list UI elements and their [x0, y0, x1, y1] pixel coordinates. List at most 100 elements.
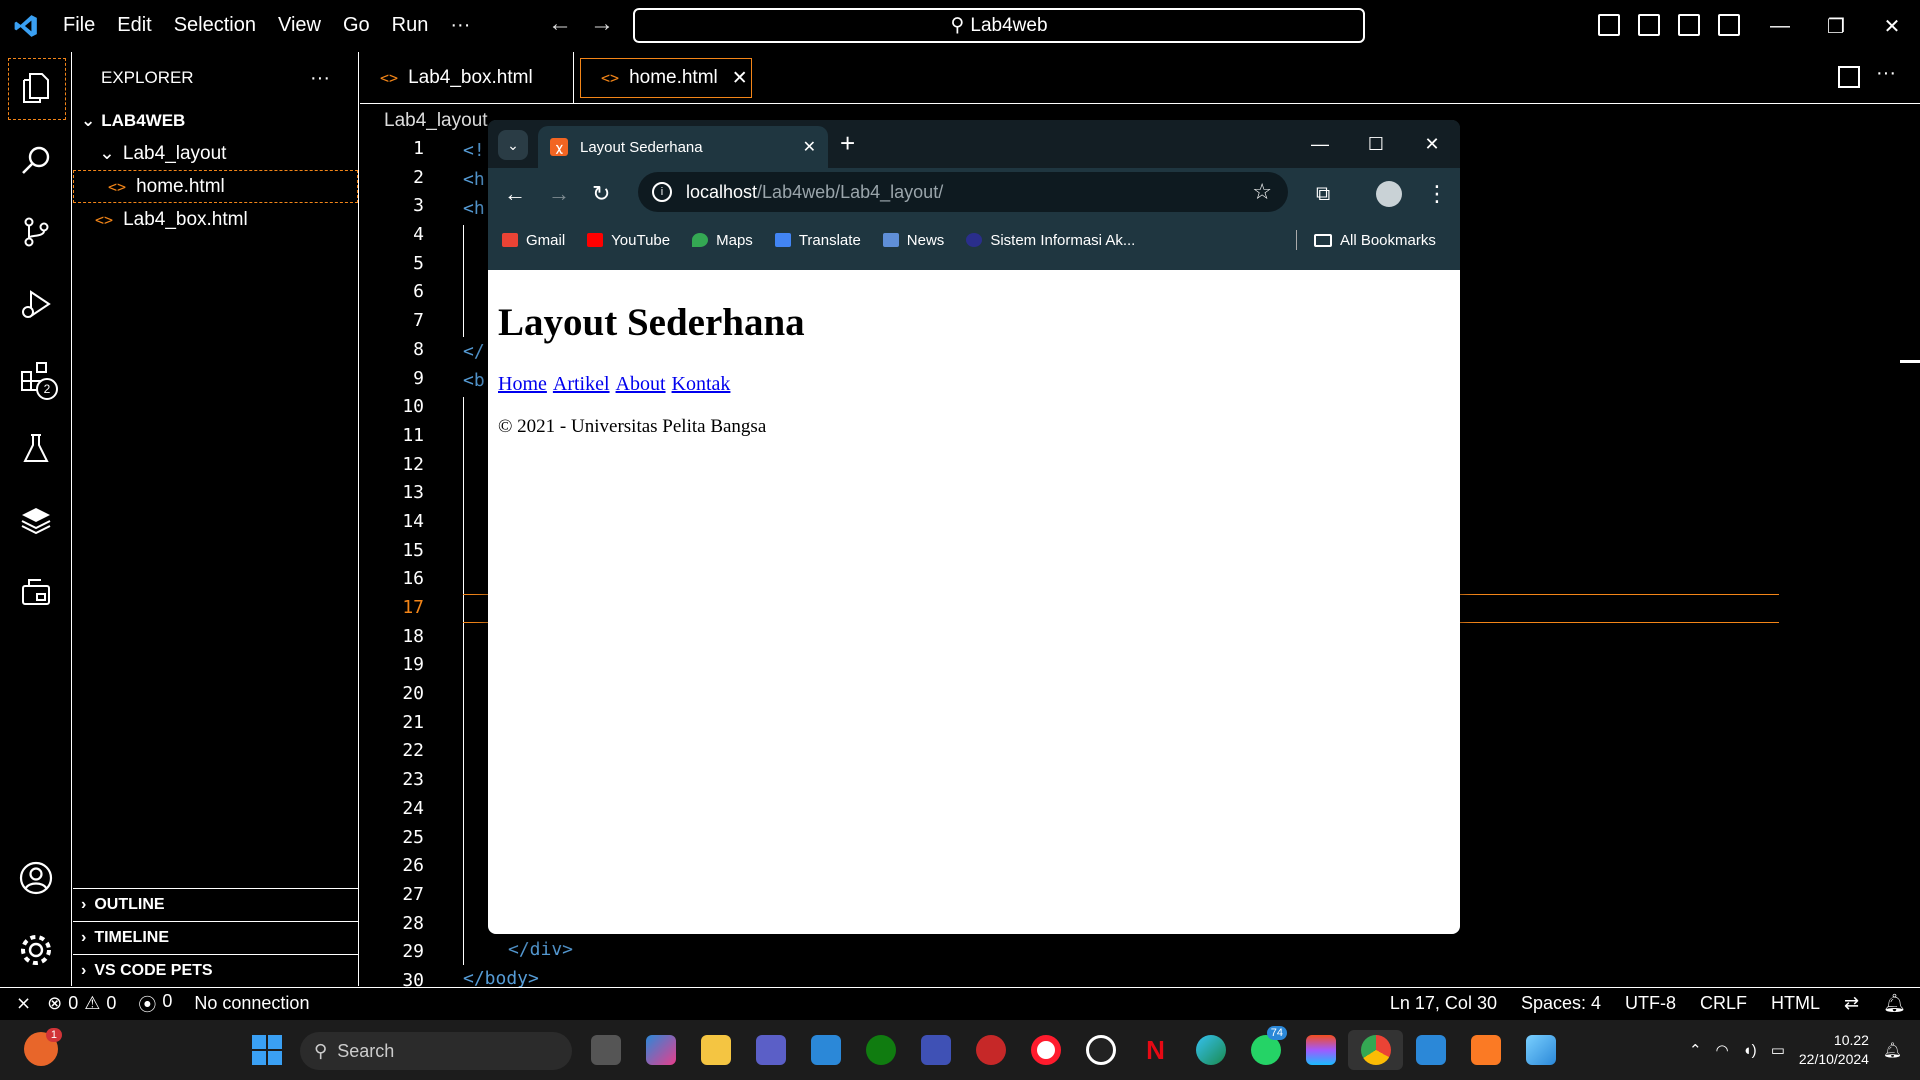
customize-layout-icon[interactable]	[1718, 14, 1740, 36]
figma-icon[interactable]	[1293, 1030, 1348, 1070]
toggle-secondary-sidebar-icon[interactable]	[1678, 14, 1700, 36]
outline-section[interactable]: › OUTLINE	[73, 888, 359, 921]
clock[interactable]: 10.22 22/10/2024	[1799, 1031, 1869, 1069]
all-bookmarks[interactable]: All Bookmarks	[1314, 232, 1436, 249]
remote-explorer-icon[interactable]	[0, 556, 72, 628]
netflix-icon[interactable]: N	[1128, 1030, 1183, 1070]
vscode-insiders-icon[interactable]	[908, 1030, 963, 1070]
taskbar-search[interactable]: ⚲ Search	[300, 1032, 572, 1070]
explorer-icon[interactable]	[0, 52, 72, 124]
scrollbar-slider[interactable]	[1900, 360, 1920, 363]
indentation[interactable]: Spaces: 4	[1521, 993, 1601, 1014]
microsoft-store-icon[interactable]	[798, 1030, 853, 1070]
menu-file[interactable]: File	[52, 14, 106, 37]
xampp-icon[interactable]	[1458, 1030, 1513, 1070]
bookmark-star-icon[interactable]: ☆	[1252, 179, 1272, 205]
toggle-primary-sidebar-icon[interactable]	[1598, 14, 1620, 36]
tab-lab4-box-html[interactable]: <> Lab4_box.html	[360, 52, 574, 104]
remote-indicator-icon[interactable]: ⨯	[0, 993, 47, 1014]
menu-kebab-icon[interactable]: ⋮	[1426, 181, 1448, 207]
vscode-pets-section[interactable]: › VS CODE PETS	[73, 954, 359, 987]
problems-status[interactable]: ⊗ 0 ⚠ 0	[47, 993, 138, 1014]
ladybug-app-icon[interactable]	[963, 1030, 1018, 1070]
close-tab-icon[interactable]: ✕	[732, 67, 748, 90]
xbox-icon[interactable]	[853, 1030, 908, 1070]
toggle-panel-icon[interactable]	[1638, 14, 1660, 36]
chevron-up-icon[interactable]: ⌃	[1689, 1041, 1702, 1059]
volume-icon[interactable]: ◖)	[1743, 1042, 1757, 1059]
menu-view[interactable]: View	[267, 14, 332, 37]
whatsapp-web-icon[interactable]	[1073, 1030, 1128, 1070]
opera-icon[interactable]	[1018, 1030, 1073, 1070]
connection-status[interactable]: No connection	[194, 993, 309, 1014]
encoding[interactable]: UTF-8	[1625, 993, 1676, 1014]
command-center[interactable]: ⚲ Lab4web	[633, 8, 1365, 43]
language-mode[interactable]: HTML	[1771, 993, 1820, 1014]
layers-icon[interactable]	[0, 484, 72, 556]
ports-status[interactable]: ⦿ 0	[138, 991, 194, 1017]
notifications-bell-icon[interactable]: 🔔︎	[1883, 993, 1906, 1014]
vscode-icon[interactable]	[1403, 1030, 1458, 1070]
back-arrow-icon[interactable]: ←	[548, 10, 572, 38]
profile-avatar[interactable]	[1376, 181, 1402, 207]
nav-link-kontak[interactable]: Kontak	[672, 373, 731, 395]
forward-arrow-icon[interactable]: →	[548, 181, 570, 207]
file-explorer-icon[interactable]	[688, 1030, 743, 1070]
bookmark-youtube[interactable]: YouTube	[587, 232, 670, 249]
restore-icon[interactable]: ❐	[1808, 0, 1864, 52]
photos-icon[interactable]	[1513, 1030, 1568, 1070]
search-icon[interactable]	[0, 124, 72, 196]
menu-selection[interactable]: Selection	[163, 14, 267, 37]
menu-more[interactable]: ···	[439, 14, 481, 37]
account-icon[interactable]	[0, 842, 72, 914]
nav-link-home[interactable]: Home	[498, 373, 547, 395]
end-of-line[interactable]: CRLF	[1700, 993, 1747, 1014]
forward-arrow-icon[interactable]: →	[590, 10, 614, 38]
close-icon[interactable]: ✕	[1864, 0, 1920, 52]
breadcrumb-item[interactable]: Lab4_layout	[384, 110, 488, 131]
workspace-root[interactable]: ⌄ LAB4WEB	[73, 104, 358, 137]
cursor-position[interactable]: Ln 17, Col 30	[1390, 993, 1497, 1014]
teams-icon[interactable]	[743, 1030, 798, 1070]
edge-icon[interactable]	[1183, 1030, 1238, 1070]
menu-go[interactable]: Go	[332, 14, 381, 37]
start-windows-icon[interactable]	[252, 1035, 282, 1065]
wifi-icon[interactable]: ◠	[1716, 1041, 1729, 1059]
tab-search-icon[interactable]: ⌄	[498, 130, 528, 160]
minimize-icon[interactable]: —	[1752, 0, 1808, 52]
file-lab4-box-html[interactable]: <> Lab4_box.html	[73, 203, 358, 236]
notification-bell-icon[interactable]: 🔔︎	[1883, 1041, 1902, 1059]
timeline-section[interactable]: › TIMELINE	[73, 921, 359, 954]
widgets-icon[interactable]: 1	[24, 1028, 62, 1066]
extensions-puzzle-icon[interactable]: ⧉	[1316, 183, 1330, 206]
bookmark-maps[interactable]: Maps	[692, 232, 753, 249]
close-icon[interactable]: ✕	[1404, 120, 1460, 168]
reload-icon[interactable]: ↻	[592, 181, 610, 207]
whatsapp-icon[interactable]: 74	[1238, 1026, 1293, 1070]
extensions-icon[interactable]: 2	[0, 340, 72, 412]
bookmark-gmail[interactable]: Gmail	[502, 232, 565, 249]
split-editor-icon[interactable]	[1838, 66, 1860, 88]
bookmark-news[interactable]: News	[882, 232, 944, 249]
explorer-more-button[interactable]: ···	[310, 67, 330, 90]
source-control-icon[interactable]	[0, 196, 72, 268]
chrome-icon[interactable]	[1348, 1030, 1403, 1070]
browser-tab[interactable]: ꭓ Layout Sederhana ✕	[538, 126, 828, 168]
menu-edit[interactable]: Edit	[106, 14, 162, 37]
minimize-icon[interactable]: —	[1292, 120, 1348, 168]
more-actions-icon[interactable]: ···	[1876, 62, 1896, 85]
testing-flask-icon[interactable]	[0, 412, 72, 484]
folder-lab4-layout[interactable]: ⌄ Lab4_layout	[73, 137, 358, 170]
new-tab-icon[interactable]: +	[840, 128, 855, 159]
sync-icon[interactable]: ⇄	[1844, 993, 1859, 1014]
back-arrow-icon[interactable]: ←	[504, 181, 526, 207]
menu-run[interactable]: Run	[381, 14, 440, 37]
file-home-html[interactable]: <> home.html	[73, 170, 358, 203]
address-bar[interactable]: i localhost/Lab4web/Lab4_layout/ ☆	[638, 172, 1288, 212]
run-debug-icon[interactable]	[0, 268, 72, 340]
bookmark-sistem-informasi[interactable]: Sistem Informasi Ak...	[966, 232, 1135, 249]
battery-icon[interactable]: ▭	[1771, 1041, 1785, 1059]
maximize-icon[interactable]: ☐	[1348, 120, 1404, 168]
close-tab-icon[interactable]: ✕	[803, 137, 816, 157]
tab-home-html[interactable]: <> home.html ✕	[580, 58, 752, 98]
